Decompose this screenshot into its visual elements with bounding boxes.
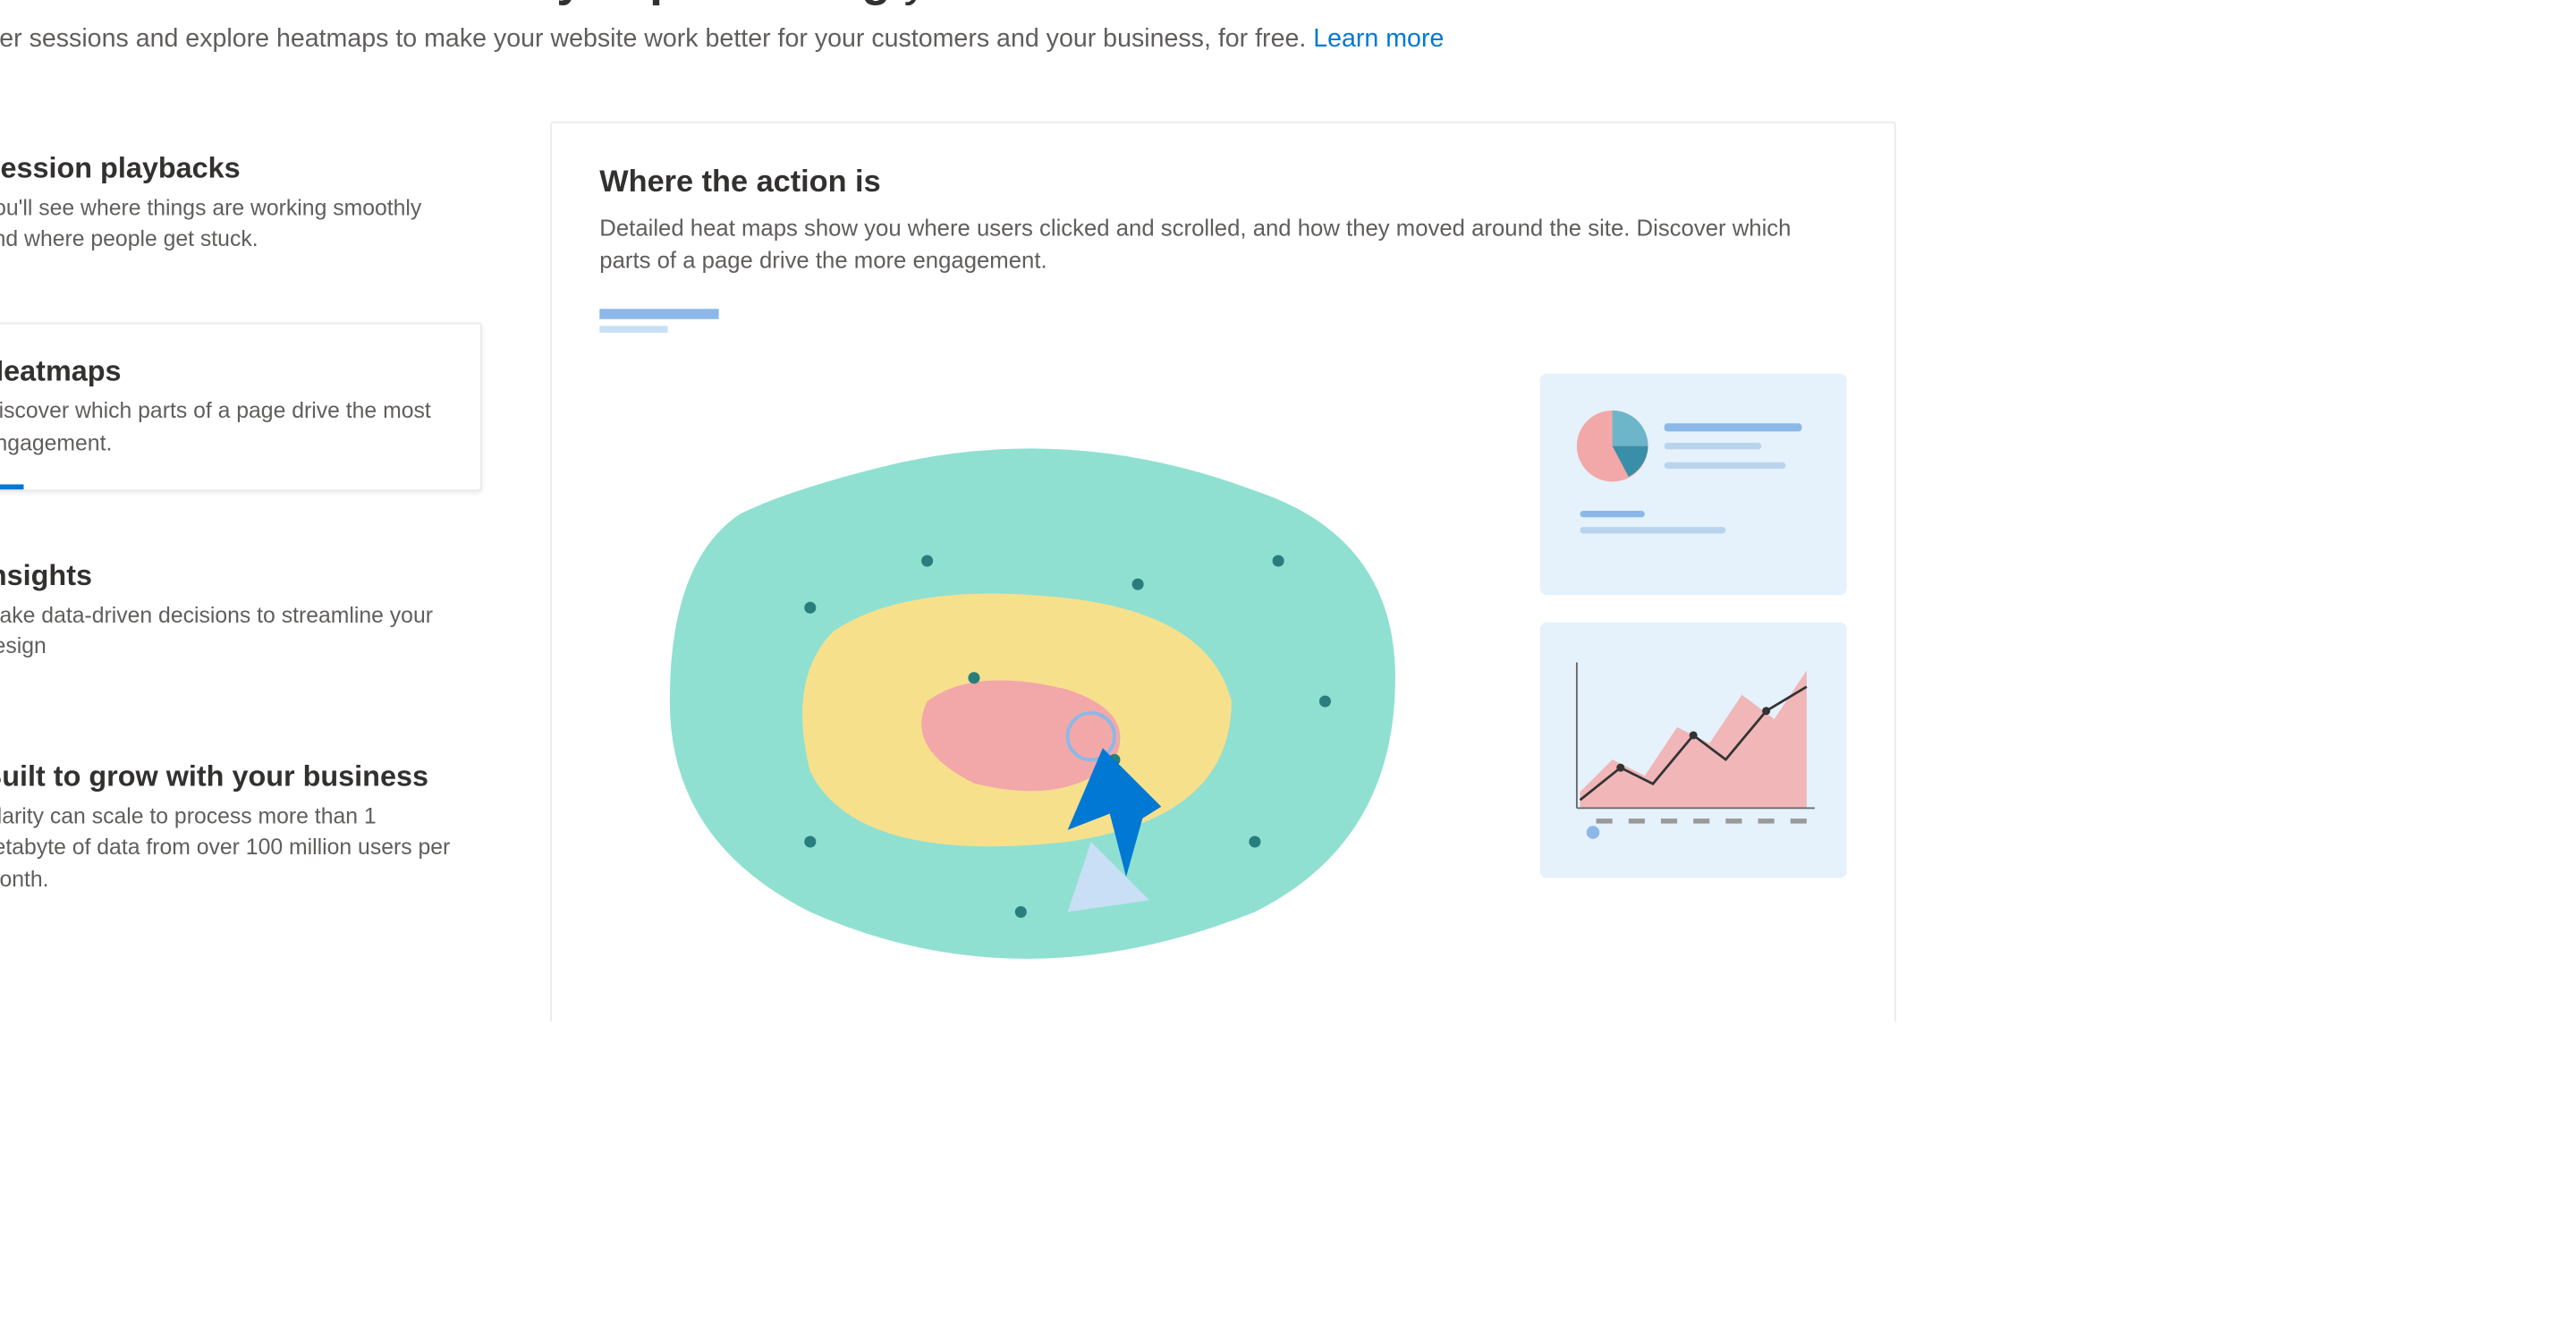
content-body: Understand how users are really experien… [0,0,1964,1022]
feature-desc: Discover which parts of a page drive the… [0,396,456,458]
mini-pie-chart [1540,373,1847,595]
feature-desc: Make data-driven decisions to streamline… [0,600,458,662]
feature-detail-card: Where the action is Detailed heat maps s… [550,122,1896,1022]
detail-title: Where the action is [599,164,1846,199]
detail-desc: Detailed heat maps show you where users … [599,214,1846,278]
hero-headline: Understand how users are really experien… [0,0,1896,7]
content-area: Microsoft Clarity Understand how users a… [0,0,1964,1022]
learn-more-link[interactable]: Learn more [1313,24,1444,53]
feature-title: Insights [0,559,458,593]
feature-scale[interactable]: Built to grow with your business Clarity… [0,730,482,925]
mini-charts [1540,373,1847,878]
features-row: Session playbacks You'll see where thing… [0,122,1896,1022]
feature-list: Session playbacks You'll see where thing… [0,122,482,1022]
main-layout: www.rakyatbicara.id/ SEO Backlinks Keywo… [0,0,1964,1022]
content-scrollbar[interactable]: ▴ [1936,0,1964,1022]
feature-desc: You'll see where things are working smoo… [0,193,458,255]
feature-insights[interactable]: Insights Make data-driven decisions to s… [0,529,482,693]
hero-subtext: Replay user sessions and explore heatmap… [0,24,1896,53]
feature-desc: Clarity can scale to process more than 1… [0,801,458,895]
feature-session-playbacks[interactable]: Session playbacks You'll see where thing… [0,122,482,286]
mini-line-chart [1540,622,1847,878]
heatmap-graphic [599,373,1488,1021]
feature-title: Session playbacks [0,152,458,186]
feature-heatmaps[interactable]: Heatmaps Discover which parts of a page … [0,323,482,490]
feature-title: Built to grow with your business [0,760,458,794]
heatmap-illustration [599,373,1846,1021]
feature-title: Heatmaps [0,356,456,390]
